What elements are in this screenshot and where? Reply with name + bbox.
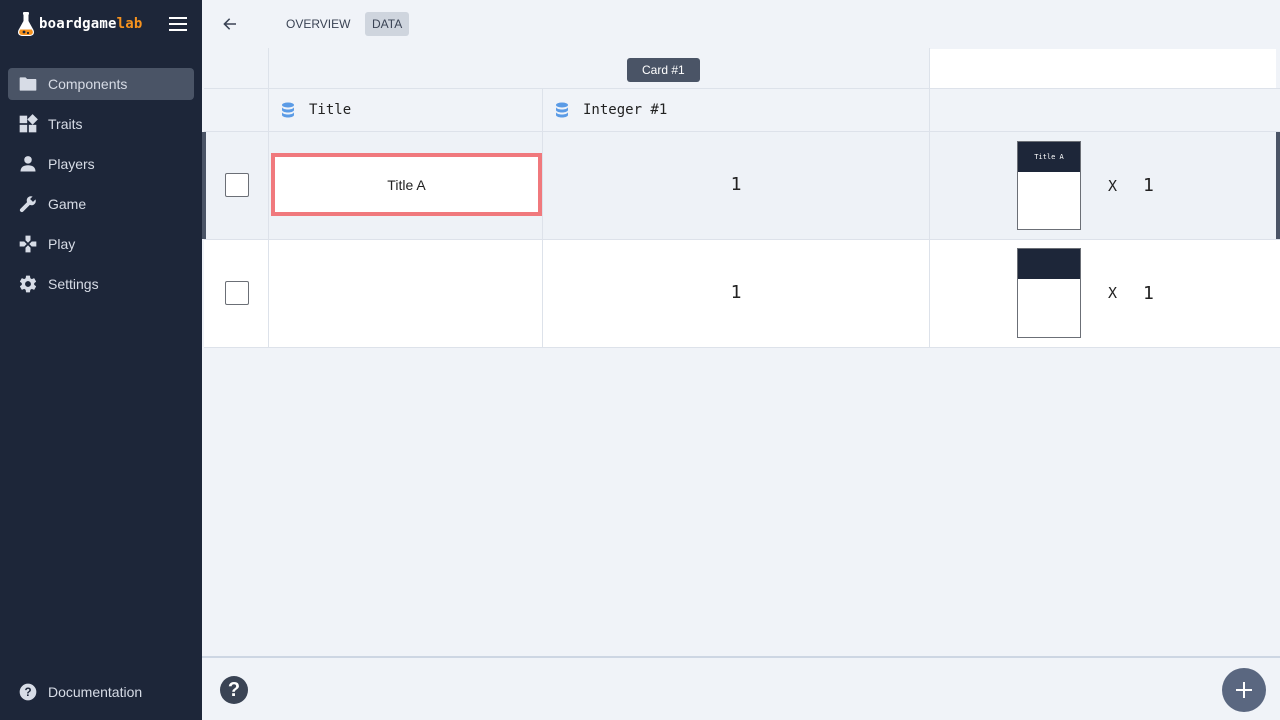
- group-header-row: Card #1: [204, 48, 1280, 89]
- preview-cell: Title A X 1: [930, 132, 1280, 239]
- tab-data[interactable]: DATA: [365, 12, 410, 36]
- tab-overview[interactable]: OVERVIEW: [279, 12, 357, 36]
- row-select-cell: [204, 240, 269, 347]
- svg-text:?: ?: [24, 686, 31, 699]
- card-preview-title: [1018, 249, 1080, 279]
- top-bar: OVERVIEW DATA: [202, 0, 1280, 48]
- column-header-title[interactable]: Title: [269, 89, 543, 131]
- database-icon: [282, 102, 294, 118]
- title-cell-editor[interactable]: Title A: [271, 153, 542, 216]
- sidebar-item-settings[interactable]: Settings: [8, 268, 194, 300]
- flask-logo-icon: [17, 12, 35, 36]
- quantity-value[interactable]: 1: [1143, 283, 1154, 304]
- bottom-bar: ?: [202, 656, 1280, 720]
- sidebar: boardgamelab Components Traits Players G…: [0, 0, 202, 720]
- preview-header: [930, 49, 1276, 88]
- brand-name-main: boardgame: [39, 16, 117, 32]
- sidebar-item-label: Components: [48, 76, 128, 92]
- integer-cell[interactable]: 1: [543, 132, 930, 239]
- sidebar-item-label: Settings: [48, 276, 99, 292]
- sidebar-item-documentation[interactable]: ? Documentation: [8, 676, 194, 708]
- card-preview[interactable]: Title A: [1017, 141, 1081, 230]
- column-header-row: Title Integer #1: [204, 89, 1280, 132]
- select-header-cell: [204, 89, 269, 131]
- dashboard-icon: [18, 114, 38, 134]
- integer-value: 1: [730, 174, 742, 195]
- integer-value: 1: [730, 282, 742, 303]
- column-header-integer[interactable]: Integer #1: [543, 89, 930, 131]
- sidebar-item-label: Players: [48, 156, 95, 172]
- brand-name: boardgamelab: [39, 16, 143, 32]
- wrench-icon: [18, 194, 38, 214]
- sidebar-item-components[interactable]: Components: [8, 68, 194, 100]
- preview-cell: X 1: [930, 240, 1280, 347]
- sidebar-item-traits[interactable]: Traits: [8, 108, 194, 140]
- row-checkbox[interactable]: [225, 281, 249, 305]
- person-icon: [18, 154, 38, 174]
- preview-column-header: [930, 89, 1280, 131]
- quantity-value[interactable]: 1: [1143, 175, 1154, 196]
- hamburger-menu-icon[interactable]: [168, 14, 188, 34]
- column-name: Integer #1: [583, 102, 668, 118]
- row-checkbox[interactable]: [225, 173, 249, 197]
- quantity-x-label: X: [1108, 284, 1118, 302]
- group-header-cell: Card #1: [269, 48, 930, 88]
- folder-icon: [18, 74, 38, 94]
- sidebar-item-players[interactable]: Players: [8, 148, 194, 180]
- brand-name-accent: lab: [116, 16, 143, 32]
- title-cell[interactable]: Title A: [269, 132, 543, 239]
- card-preview[interactable]: [1017, 248, 1081, 338]
- sidebar-item-label: Traits: [48, 116, 83, 132]
- sidebar-item-game[interactable]: Game: [8, 188, 194, 220]
- plus-icon: [1236, 682, 1252, 698]
- help-circle-icon: ?: [18, 682, 38, 702]
- row-select-cell: [204, 132, 269, 239]
- gamepad-icon: [18, 234, 38, 254]
- group-label: Card #1: [627, 58, 700, 82]
- table-row[interactable]: Title A 1 Title A X 1: [202, 132, 1280, 240]
- card-preview-title: Title A: [1018, 142, 1080, 172]
- column-name: Title: [309, 102, 352, 118]
- integer-cell[interactable]: 1: [543, 240, 930, 347]
- sidebar-item-label: Game: [48, 196, 87, 212]
- corner-cell: [204, 48, 269, 88]
- brand-logo[interactable]: boardgamelab: [16, 11, 143, 37]
- sidebar-item-play[interactable]: Play: [8, 228, 194, 260]
- sidebar-nav: Components Traits Players Game Play Sett…: [8, 68, 194, 308]
- database-icon: [556, 102, 568, 118]
- table-row[interactable]: 1 X 1: [204, 240, 1280, 348]
- title-cell[interactable]: [269, 240, 543, 347]
- quantity-x-label: X: [1108, 177, 1118, 195]
- back-arrow-icon[interactable]: [220, 14, 240, 34]
- sidebar-item-label: Play: [48, 236, 76, 252]
- documentation-label: Documentation: [48, 684, 143, 700]
- help-icon[interactable]: ?: [220, 676, 248, 704]
- gear-icon: [18, 274, 38, 294]
- add-button[interactable]: [1222, 668, 1266, 712]
